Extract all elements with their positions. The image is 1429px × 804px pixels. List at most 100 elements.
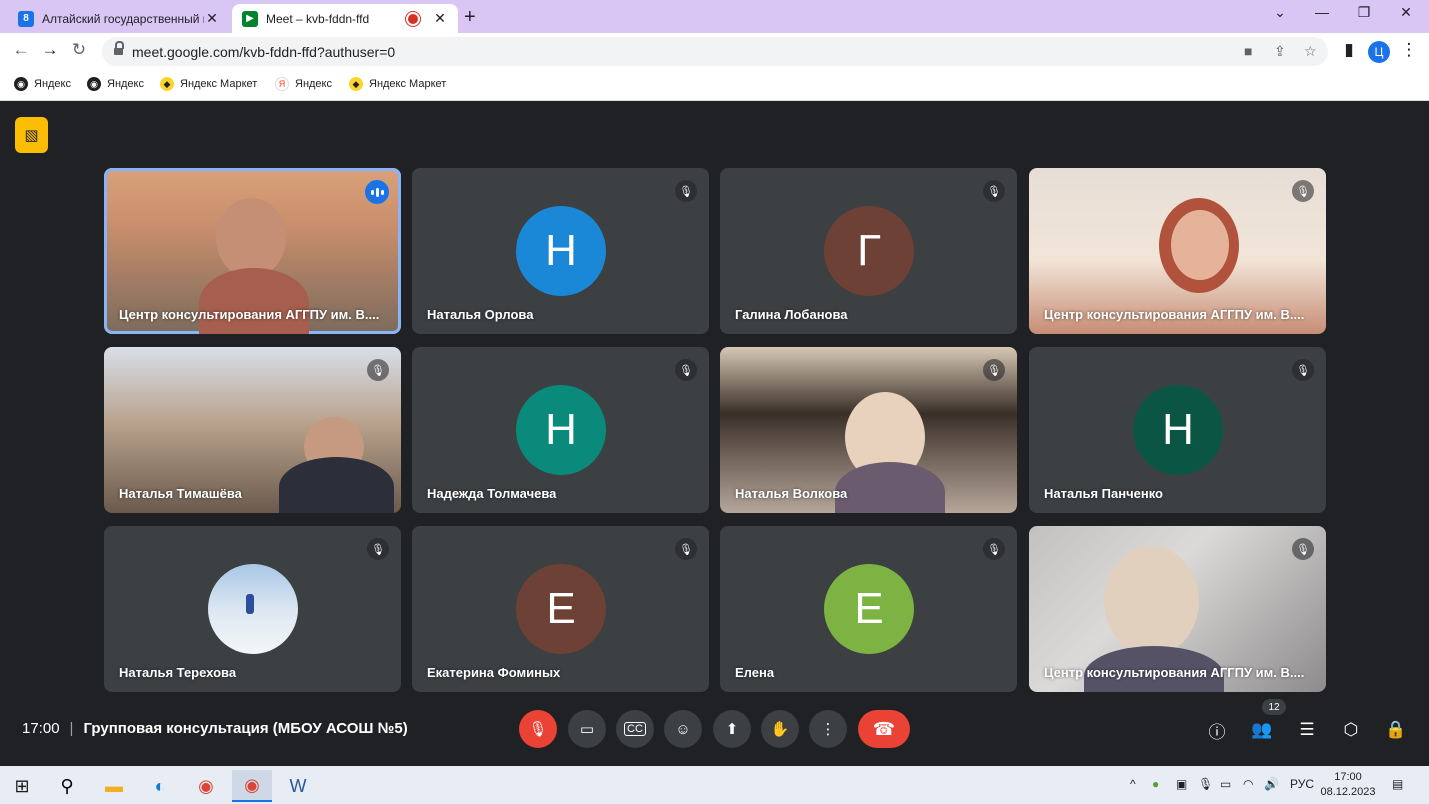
minimize-button[interactable]: — [1302, 4, 1342, 20]
mic-off-icon: 🎙 [528, 721, 548, 738]
taskbar-clock[interactable]: 17:00 08.12.2023 [1318, 770, 1378, 800]
url-text[interactable]: meet.google.com/kvb-fddn-ffd?authuser=0 [132, 44, 395, 60]
search-icon[interactable]: ⚲ [47, 770, 87, 802]
language-indicator[interactable]: РУС [1290, 777, 1314, 791]
market-icon: ◆ [160, 77, 174, 91]
meeting-time: 17:00 [22, 720, 60, 737]
participant-count-badge: 12 [1262, 699, 1286, 715]
globe-icon: ◉ [14, 77, 28, 91]
bookmark-item[interactable]: Я Яндекс [275, 77, 332, 91]
present-screen-button[interactable]: ⬆ [713, 710, 751, 748]
mic-toggle-button[interactable]: 🎙 [519, 710, 557, 748]
present-icon: ⬆ [725, 721, 739, 738]
word-icon[interactable]: W [278, 770, 318, 802]
bookmark-item[interactable]: ◆ Яндекс Маркет [160, 77, 257, 91]
new-tab-button[interactable]: + [464, 6, 476, 29]
back-icon[interactable]: ← [10, 40, 32, 60]
market-icon: ◆ [349, 77, 363, 91]
bookmark-item[interactable]: ◆ Яндекс Маркет [349, 77, 446, 91]
more-options-button[interactable]: ⋮ [809, 710, 847, 748]
windows-start-icon[interactable]: ⊞ [2, 770, 42, 802]
side-panel-icon[interactable]: ▮ [1338, 40, 1360, 60]
reactions-button[interactable]: ☺ [664, 710, 702, 748]
activities-button[interactable]: ⬡ [1338, 717, 1364, 743]
avatar: Е [824, 564, 914, 654]
participant-tile[interactable]: 🎙 Центр консультирования АГГПУ им. В.... [1029, 168, 1326, 334]
meet-stage: ▧ Центр консультирования АГГПУ им. В....… [0, 101, 1429, 766]
profile-photo [208, 564, 298, 654]
close-window-button[interactable]: ✕ [1386, 4, 1426, 21]
participant-name: Екатерина Фоминых [427, 665, 561, 680]
camera-in-use-icon[interactable]: ■ [1244, 43, 1252, 59]
speaking-indicator-icon [365, 180, 389, 204]
bookmark-star-icon[interactable]: ☆ [1304, 43, 1317, 60]
participant-tile[interactable]: 🎙 Н Наталья Панченко [1029, 347, 1326, 513]
captions-button[interactable]: CC [616, 710, 654, 748]
mic-off-icon: 🎙 [1292, 538, 1314, 560]
microphone-icon[interactable]: 🎙 [1198, 777, 1213, 791]
chevron-up-icon[interactable]: ^ [1130, 777, 1136, 791]
browser-tab-strip: 8 Алтайский государственный гу ✕ ▶ Meet … [0, 0, 1429, 33]
participant-tile[interactable]: Центр консультирования АГГПУ им. В.... [104, 168, 401, 334]
raise-hand-button[interactable]: ✋ [761, 710, 799, 748]
close-tab-icon[interactable]: ✕ [204, 10, 220, 27]
participant-tile[interactable]: 🎙 Наталья Волкова [720, 347, 1017, 513]
battery-icon[interactable]: ▭ [1220, 777, 1231, 791]
avatar: Н [516, 385, 606, 475]
browser-tab-altai[interactable]: 8 Алтайский государственный гу ✕ [8, 4, 230, 33]
bookmark-item[interactable]: ◉ Яндекс [14, 77, 71, 91]
meeting-info-button[interactable]: ⓘ [1204, 717, 1230, 743]
tray-device-icon[interactable]: ▣ [1176, 777, 1187, 791]
people-button[interactable]: 👥 [1249, 717, 1275, 743]
participant-video [279, 457, 394, 513]
participant-tile[interactable]: 🎙 Наталья Тимашёва [104, 347, 401, 513]
maximize-button[interactable]: ❐ [1344, 4, 1384, 21]
close-tab-icon[interactable]: ✕ [432, 10, 448, 27]
emoji-icon: ☺ [675, 720, 691, 738]
calendar-icon: 8 [18, 10, 34, 27]
bookmark-label: Яндекс Маркет [369, 78, 447, 90]
notifications-icon[interactable]: ▤ [1392, 777, 1403, 791]
participant-video [1104, 546, 1199, 656]
profile-avatar[interactable]: Ц [1368, 41, 1390, 63]
tab-search-icon[interactable]: ⌄ [1260, 4, 1300, 21]
forward-icon[interactable]: → [39, 40, 61, 60]
host-controls-button[interactable]: 🔒 [1383, 717, 1409, 743]
photo-figure [246, 594, 254, 614]
participant-tile[interactable]: 🎙 Е Екатерина Фоминых [412, 526, 709, 692]
info-icon: ⓘ [1208, 722, 1226, 742]
participant-tile[interactable]: 🎙 Е Елена [720, 526, 1017, 692]
mic-off-icon: 🎙 [1292, 180, 1314, 202]
participant-tile[interactable]: 🎙 Г Галина Лобанова [720, 168, 1017, 334]
camera-toggle-button[interactable]: ▭ [568, 710, 606, 748]
chat-button[interactable]: ☰ [1294, 717, 1320, 743]
reload-icon[interactable]: ↻ [68, 40, 90, 60]
clock-time: 17:00 [1334, 771, 1362, 783]
wifi-icon[interactable]: ◠ [1243, 777, 1253, 791]
share-icon[interactable]: ⇪ [1274, 43, 1286, 60]
bookmark-item[interactable]: ◉ Яндекс [87, 77, 144, 91]
tray-app-icon[interactable]: ● [1152, 777, 1159, 791]
browser-tab-meet[interactable]: ▶ Meet – kvb-fddn-ffd ✕ [232, 4, 458, 33]
avatar: Г [824, 206, 914, 296]
camera-off-notice-icon[interactable]: ▧ [15, 117, 48, 153]
separator: | [69, 720, 74, 737]
participant-tile[interactable]: 🎙 Центр консультирования АГГПУ им. В.... [1029, 526, 1326, 692]
browser-toolbar: ← → ↻ meet.google.com/kvb-fddn-ffd?authu… [0, 33, 1429, 70]
meeting-title: Групповая консультация (МБОУ АСОШ №5) [83, 720, 408, 737]
address-bar[interactable]: meet.google.com/kvb-fddn-ffd?authuser=0 … [102, 37, 1328, 66]
participant-tile[interactable]: 🎙 Наталья Терехова [104, 526, 401, 692]
meet-icon: ▶ [242, 10, 258, 27]
participant-tile[interactable]: 🎙 Н Наталья Орлова [412, 168, 709, 334]
lock-icon[interactable] [114, 41, 124, 56]
chrome-profile-icon[interactable]: ◉ [232, 770, 272, 802]
participant-video [1171, 210, 1229, 280]
mic-off-icon: 🎙 [983, 538, 1005, 560]
menu-icon[interactable]: ⋮ [1398, 40, 1420, 60]
volume-icon[interactable]: 🔊 [1264, 777, 1279, 791]
participant-tile[interactable]: 🎙 Н Надежда Толмачева [412, 347, 709, 513]
edge-icon[interactable]: ◐ [140, 770, 180, 802]
chrome-icon[interactable]: ◉ [186, 770, 226, 802]
leave-call-button[interactable]: ☎ [858, 710, 910, 748]
file-explorer-icon[interactable]: ▬ [94, 770, 134, 802]
